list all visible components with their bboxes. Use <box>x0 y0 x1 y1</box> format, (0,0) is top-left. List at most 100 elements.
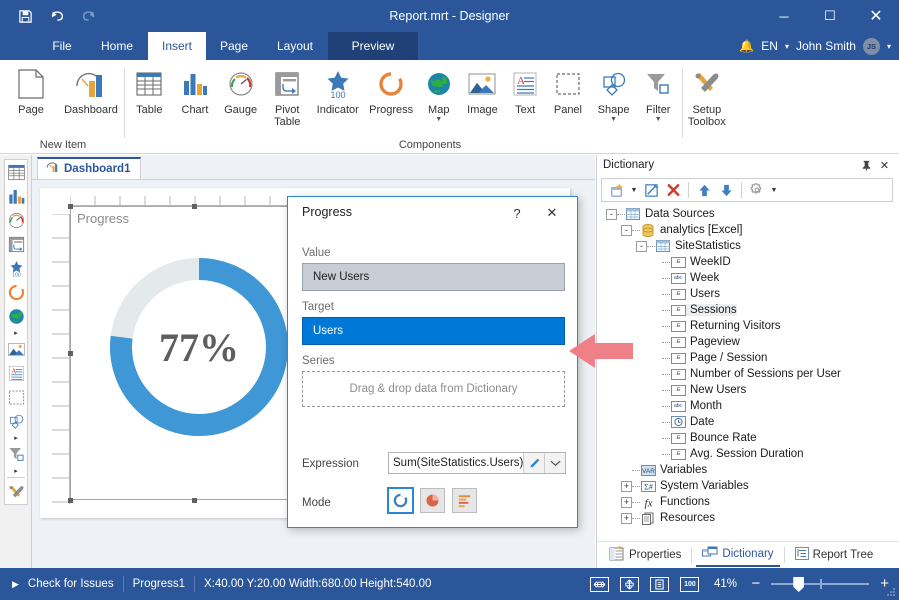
collapse-toggle-icon[interactable]: - <box>636 241 647 252</box>
fit-height-icon[interactable] <box>620 577 639 592</box>
tree-node[interactable]: -SiteStatistics <box>602 238 892 254</box>
toolstrip-map[interactable] <box>5 304 27 328</box>
toolstrip-filter[interactable] <box>5 442 27 466</box>
tree-node[interactable]: .EReturning Visitors <box>602 318 892 334</box>
ribbon-tab-file[interactable]: File <box>38 32 86 60</box>
ribbon-button-table[interactable]: Table <box>126 64 173 116</box>
dialog-help-button[interactable]: ? <box>505 203 529 223</box>
tree-node[interactable]: -analytics [Excel] <box>602 222 892 238</box>
mode-ring-button[interactable] <box>388 488 413 513</box>
ribbon-button-indicator[interactable]: 100Indicator <box>311 64 365 116</box>
language-label[interactable]: EN <box>761 39 778 53</box>
value-field-slot[interactable]: New Users <box>302 263 565 291</box>
fit-width-icon[interactable] <box>590 577 609 592</box>
gear-caret-icon[interactable]: ▼ <box>768 179 780 201</box>
target-field-slot[interactable]: Users <box>302 317 565 345</box>
chevron-down-icon[interactable]: ▼ <box>610 116 617 124</box>
pencil-icon[interactable] <box>523 453 544 473</box>
panel-tab-dictionary[interactable]: Dictionary <box>696 543 779 567</box>
avatar[interactable]: JS <box>863 38 880 55</box>
tree-node[interactable]: .EBounce Rate <box>602 430 892 446</box>
tree-node[interactable]: +Resources <box>602 510 892 526</box>
toolstrip-panel[interactable] <box>5 385 27 409</box>
gear-icon[interactable] <box>746 179 768 201</box>
tree-node[interactable]: -Data Sources <box>602 206 892 222</box>
ribbon-button-dashboard[interactable]: Dashboard <box>60 64 122 116</box>
ribbon-button-shape[interactable]: Shape▼ <box>590 64 637 124</box>
dialog-close-button[interactable]: ✕ <box>540 203 564 223</box>
delete-icon[interactable] <box>662 179 684 201</box>
pin-icon[interactable] <box>859 158 874 173</box>
user-chevron-down-icon[interactable]: ▾ <box>887 42 891 51</box>
panel-tab-report-tree[interactable]: Report Tree <box>789 543 880 567</box>
move-down-icon[interactable] <box>715 179 737 201</box>
resize-handle-bl[interactable] <box>68 498 73 503</box>
tree-node[interactable]: .EPage / Session <box>602 350 892 366</box>
ribbon-tab-home[interactable]: Home <box>86 32 148 60</box>
toolstrip-text[interactable]: A <box>5 361 27 385</box>
tree-node[interactable]: Date <box>602 414 892 430</box>
tree-node[interactable]: .ENumber of Sessions per User <box>602 366 892 382</box>
expand-toggle-icon[interactable]: + <box>621 497 632 508</box>
chevron-down-icon[interactable] <box>544 453 565 473</box>
chevron-down-icon[interactable]: ▼ <box>655 116 662 124</box>
ribbon-button-gauge[interactable]: Gauge <box>217 64 264 116</box>
ribbon-button-text[interactable]: AText <box>505 64 546 116</box>
tree-node[interactable]: .EPageview <box>602 334 892 350</box>
ribbon-button-setup-toolbox[interactable]: Setup Toolbox <box>680 64 734 128</box>
tree-node[interactable]: +Σ#System Variables <box>602 478 892 494</box>
ribbon-tab-page[interactable]: Page <box>206 32 262 60</box>
expand-icon[interactable]: ▶ <box>12 579 19 590</box>
save-icon[interactable] <box>14 5 36 27</box>
single-page-icon[interactable] <box>650 577 669 592</box>
new-item-icon[interactable] <box>606 179 628 201</box>
bell-icon[interactable]: 🔔 <box>739 39 754 53</box>
resize-handle-bc[interactable] <box>192 498 197 503</box>
expression-value[interactable]: Sum(SiteStatistics.Users) <box>389 453 523 473</box>
expression-box[interactable]: Sum(SiteStatistics.Users) <box>388 452 566 474</box>
resize-handle-tl[interactable] <box>68 204 73 209</box>
progress-component[interactable]: Progress 77% <box>70 206 318 500</box>
redo-icon[interactable] <box>78 5 100 27</box>
tree-node[interactable]: .EUsers <box>602 286 892 302</box>
ribbon-button-pivot-table[interactable]: Pivot Table <box>264 64 311 128</box>
toolstrip-chart[interactable] <box>5 184 27 208</box>
toolstrip-table[interactable] <box>5 160 27 184</box>
tree-node[interactable]: .EAvg. Session Duration <box>602 446 892 462</box>
toolstrip-gauge[interactable] <box>5 208 27 232</box>
resize-handle-ml[interactable] <box>68 351 73 356</box>
tree-node[interactable]: VARVariables <box>602 462 892 478</box>
chevron-down-icon[interactable]: ▸ <box>5 328 27 337</box>
document-tab-dashboard1[interactable]: Dashboard1 <box>37 157 141 179</box>
ribbon-tab-preview[interactable]: Preview <box>328 32 418 60</box>
tree-node[interactable]: abcWeek <box>602 270 892 286</box>
tree-node[interactable]: .EWeekID <box>602 254 892 270</box>
expand-toggle-icon[interactable]: + <box>621 481 632 492</box>
new-item-caret-icon[interactable]: ▼ <box>628 179 640 201</box>
toolstrip-pivot-table[interactable] <box>5 232 27 256</box>
toolstrip-progress[interactable] <box>5 280 27 304</box>
toolstrip-shape[interactable] <box>5 409 27 433</box>
collapse-toggle-icon[interactable]: - <box>621 225 632 236</box>
actual-size-icon[interactable]: 100 <box>680 577 699 592</box>
tree-node[interactable]: .ESessions <box>602 302 892 318</box>
maximize-button[interactable]: ☐ <box>807 0 853 32</box>
mode-bar-button[interactable] <box>452 488 477 513</box>
zoom-slider[interactable] <box>771 577 869 591</box>
chevron-down-icon[interactable]: ▸ <box>5 433 27 442</box>
tree-node[interactable]: .ENew Users <box>602 382 892 398</box>
close-button[interactable]: ✕ <box>853 0 899 32</box>
series-dropzone[interactable]: Drag & drop data from Dictionary <box>302 371 565 407</box>
check-for-issues-label[interactable]: Check for Issues <box>28 578 114 590</box>
ribbon-button-panel[interactable]: Panel <box>546 64 591 116</box>
tree-node[interactable]: abcMonth <box>602 398 892 414</box>
ribbon-tab-insert[interactable]: Insert <box>148 32 206 60</box>
dictionary-tree[interactable]: -Data Sources-analytics [Excel]-SiteStat… <box>601 205 893 535</box>
chevron-down-icon[interactable]: ▾ <box>785 42 789 51</box>
ribbon-button-map[interactable]: Map▼ <box>417 64 460 124</box>
ribbon-button-page[interactable]: Page <box>2 64 60 116</box>
zoom-slider-thumb[interactable] <box>793 577 804 592</box>
ribbon-button-progress[interactable]: Progress <box>365 64 417 116</box>
minimize-button[interactable]: ─ <box>761 0 807 32</box>
user-name[interactable]: John Smith <box>796 39 856 53</box>
